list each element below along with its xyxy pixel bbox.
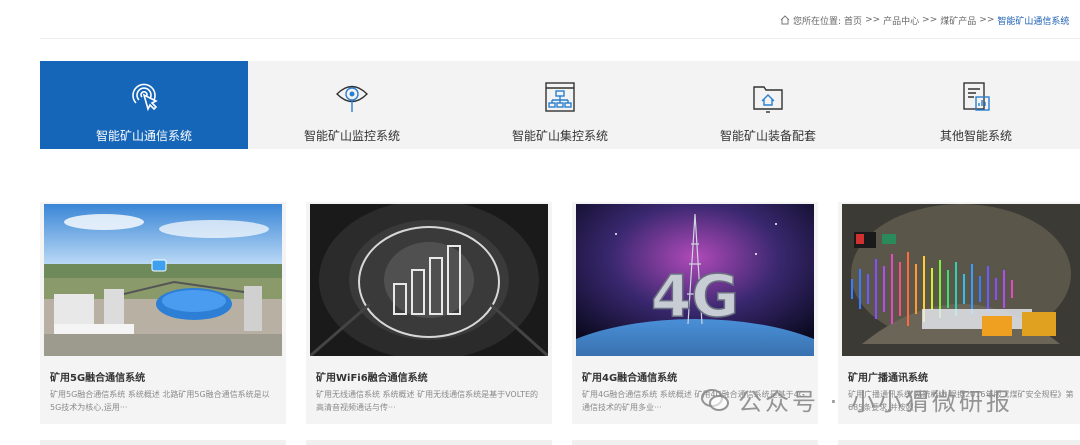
watermark: 公众号 · 小小猬微研报 (700, 382, 1013, 417)
breadcrumb: 您所在位置: 首页 >> 产品中心 >> 煤矿产品 >> 智能矿山通信系统 (780, 12, 1080, 28)
svg-text:4G: 4G (651, 262, 739, 330)
4g-tower-earth-photo: 4G (576, 204, 814, 356)
card-description: 矿用无线通信系统 系统概述 矿用无线通信系统是基于VOLTE的高清音视频通话与传… (316, 390, 539, 412)
header-divider (40, 38, 1080, 39)
product-card-5g[interactable]: 矿用5G融合通信系统 矿用5G融合通信系统 系统概述 北路矿用5G融合通信系统是… (40, 202, 286, 424)
home-icon (780, 15, 790, 25)
signal-touch-icon (132, 83, 158, 112)
tab-other[interactable]: 其他智能系统 (872, 61, 1080, 149)
breadcrumb-home-link[interactable]: 首页 (844, 14, 862, 27)
breadcrumb-products-link[interactable]: 产品中心 (883, 14, 919, 27)
eye-icon (336, 85, 368, 112)
category-tabs: 智能矿山通信系统 智能矿山监控系统 智能矿山集控系统 智能矿山装备配套 其他智能… (40, 61, 1080, 149)
card-title: 矿用5G融合通信系统 (50, 373, 146, 384)
card-description: 矿用5G融合通信系统 系统概述 北路矿用5G融合通信系统是以5G技术为核心,运用… (50, 390, 270, 412)
tab-communication[interactable]: 智能矿山通信系统 (40, 61, 248, 149)
tab-label: 智能矿山监控系统 (303, 129, 400, 143)
tab-label: 智能矿山装备配套 (719, 129, 816, 143)
mine-site-5g-photo (44, 204, 282, 356)
broadcast-soundwave-photo (842, 204, 1080, 356)
control-panel-icon (545, 82, 575, 112)
breadcrumb-prefix: 您所在位置: (793, 16, 842, 27)
tab-label: 其他智能系统 (939, 129, 1012, 143)
watermark-text: 公众号 · 小小猬微研报 (738, 388, 1013, 416)
tab-equipment[interactable]: 智能矿山装备配套 (664, 61, 872, 149)
tab-label: 智能矿山集控系统 (511, 129, 608, 143)
breadcrumb-separator: >> (922, 15, 938, 25)
tab-label: 智能矿山通信系统 (95, 129, 192, 143)
tunnel-signal-bars-photo (310, 204, 548, 356)
card-title: 矿用WiFi6融合通信系统 (316, 373, 428, 384)
tab-control[interactable]: 智能矿山集控系统 (456, 61, 664, 149)
wechat-icon (701, 388, 729, 411)
breadcrumb-coal-link[interactable]: 煤矿产品 (940, 14, 976, 27)
tab-monitoring[interactable]: 智能矿山监控系统 (248, 61, 456, 149)
breadcrumb-current: 智能矿山通信系统 (997, 16, 1070, 27)
breadcrumb-separator: >> (979, 15, 995, 25)
product-card-wifi6[interactable]: 矿用WiFi6融合通信系统 矿用无线通信系统 系统概述 矿用无线通信系统是基于V… (306, 202, 552, 424)
breadcrumb-separator: >> (865, 15, 881, 25)
card-title: 矿用4G融合通信系统 (582, 373, 678, 384)
folder-home-icon (753, 86, 783, 113)
document-chart-icon (963, 82, 990, 111)
